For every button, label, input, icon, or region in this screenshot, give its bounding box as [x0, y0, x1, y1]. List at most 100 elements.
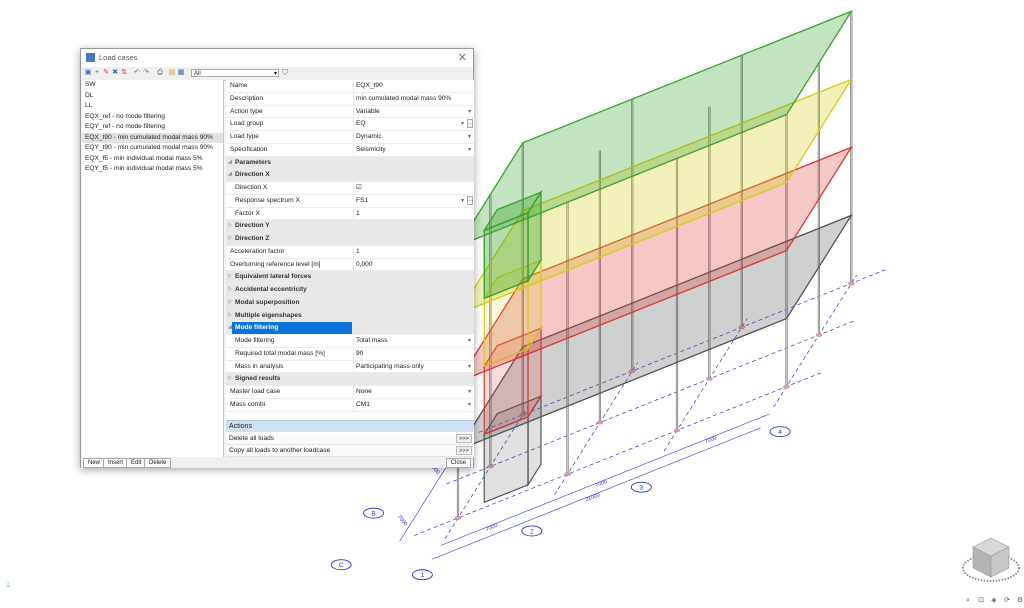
property-row[interactable]: Description min cumulated modal mass 90% — [226, 92, 474, 106]
load-case-item[interactable]: EQY_ref - no mode filtering — [82, 122, 223, 133]
new-button[interactable]: New — [83, 458, 106, 468]
property-value[interactable]: 90 — [353, 347, 473, 360]
property-value[interactable]: ☑ — [353, 182, 473, 194]
expand-icon[interactable]: ▷ — [228, 312, 232, 318]
expand-icon[interactable]: ▷ — [228, 286, 232, 292]
load-case-item[interactable]: EQX_t90 - min cumulated modal mass 90% — [82, 132, 223, 143]
settings-icon[interactable]: ⚙ — [1016, 597, 1024, 605]
filter-select[interactable]: All ▾ — [191, 69, 279, 77]
load-case-item[interactable]: EQX_f5 - min individual modal mass 5% — [82, 154, 223, 165]
property-value[interactable]: 0,000 — [353, 258, 473, 271]
property-group[interactable]: ▷ Multiple eigenshapes — [226, 309, 474, 323]
load-case-list[interactable]: SW DL LL EQX_ref - no mode filtering EQY_ref… — [82, 80, 224, 457]
chevron-down-icon[interactable]: ▾ — [468, 144, 471, 156]
chevron-down-icon[interactable]: ▾ — [468, 361, 471, 373]
insert-icon[interactable]: + — [93, 69, 101, 77]
chevron-down-icon[interactable]: ▾ — [468, 386, 471, 398]
property-row[interactable]: Direction X ☑ — [226, 182, 474, 195]
action-button[interactable]: >>> — [456, 434, 472, 443]
load-case-item[interactable]: EQY_t90 - min cumulated modal mass 90% — [82, 143, 223, 154]
property-value[interactable]: Dynamic ▾ — [353, 131, 473, 143]
chevron-down-icon[interactable]: ▾ — [461, 195, 464, 207]
action-delete-all-loads[interactable]: Delete all loads >>> — [226, 433, 474, 445]
close-button[interactable]: Close — [445, 458, 471, 468]
undo-icon[interactable]: ↶ — [133, 69, 141, 77]
edit-icon[interactable]: ✎ — [102, 69, 110, 77]
property-group[interactable]: ▷ Direction Z — [226, 233, 474, 246]
property-value[interactable]: None ▾ — [353, 386, 473, 398]
property-value[interactable]: EQX_t90 — [353, 80, 473, 92]
property-value[interactable]: Variable ▾ — [353, 105, 473, 118]
delete-button[interactable]: Delete — [144, 458, 172, 468]
property-value[interactable]: 1 — [353, 207, 473, 220]
load-case-item[interactable]: EQX_ref - no mode filtering — [82, 112, 223, 123]
redo-icon[interactable]: ↷ — [142, 69, 150, 77]
property-value[interactable]: min cumulated modal mass 90% — [353, 92, 473, 105]
property-row[interactable]: Response spectrum X FS1 ▾… — [226, 194, 474, 208]
property-group[interactable]: ▷ Signed results — [226, 373, 474, 386]
property-row[interactable]: Name EQX_t90 — [226, 80, 474, 93]
property-value[interactable]: Participating mass only ▾ — [353, 360, 473, 373]
insert-button[interactable]: Insert — [103, 458, 129, 468]
collapse-icon[interactable]: ◢ — [228, 171, 232, 177]
sort-icon[interactable]: ⇅ — [120, 69, 128, 77]
save-icon[interactable]: ▦ — [177, 69, 185, 77]
chevron-down-icon[interactable]: ▾ — [468, 106, 471, 118]
load-case-item[interactable]: LL — [82, 101, 223, 112]
zoom-all-icon[interactable]: ⊡ — [977, 597, 985, 605]
print-icon[interactable]: ⎙ — [156, 69, 164, 77]
property-group[interactable]: ▷ Accidental eccentricity — [226, 284, 474, 297]
property-value[interactable]: Seismicity ▾ — [353, 143, 473, 156]
property-row[interactable]: Load type Dynamic ▾ — [226, 131, 474, 144]
property-value[interactable]: EQ ▾… — [353, 118, 473, 131]
chevron-down-icon[interactable]: ▾ — [468, 335, 471, 347]
chevron-down-icon[interactable]: ▾ — [468, 399, 471, 411]
expand-icon[interactable]: ▷ — [228, 235, 232, 241]
load-case-item[interactable]: SW — [82, 80, 223, 91]
expand-icon[interactable]: ▷ — [228, 222, 232, 228]
dialog-titlebar[interactable]: Load cases ✕ — [81, 49, 473, 67]
property-row[interactable]: Required total modal mass [%] 90 — [226, 347, 474, 361]
chevron-down-icon[interactable]: ▾ — [468, 131, 471, 143]
property-value[interactable]: FS1 ▾… — [353, 194, 473, 207]
expand-icon[interactable]: ▷ — [228, 299, 232, 305]
new-icon[interactable]: ▣ — [84, 69, 92, 77]
property-row[interactable]: Mass combi CM1 ▾ — [226, 398, 474, 412]
property-value[interactable]: 1 — [353, 245, 473, 258]
delete-icon[interactable]: ✖ — [111, 69, 119, 77]
property-row[interactable]: Overturning reference level [m] 0,000 — [226, 258, 474, 272]
zoom-icon[interactable]: ⌕ — [964, 597, 972, 605]
open-icon[interactable]: ▤ — [168, 69, 176, 77]
cube-icon[interactable]: ◈ — [990, 597, 998, 605]
property-group[interactable]: ◢ Direction X — [226, 169, 474, 182]
property-row[interactable]: Load group EQ ▾… — [226, 118, 474, 131]
property-row[interactable]: Factor X 1 — [226, 207, 474, 221]
property-group[interactable]: ▷ Direction Y — [226, 220, 474, 233]
property-row[interactable]: Mass in analysis Participating mass only ▾ — [226, 360, 474, 374]
load-case-item[interactable]: EQY_f5 - min individual modal mass 5% — [82, 164, 223, 175]
close-icon[interactable]: ✕ — [458, 51, 467, 64]
filter-icon[interactable]: ⛉ — [282, 68, 288, 78]
property-value[interactable]: Total mass ▾ — [353, 335, 473, 347]
property-row[interactable]: Specification Seismicity ▾ — [226, 143, 474, 157]
property-row[interactable]: Master load case None ▾ — [226, 386, 474, 399]
property-value[interactable]: CM1 ▾ — [353, 398, 473, 411]
chevron-down-icon[interactable]: ▾ — [461, 118, 464, 130]
expand-icon[interactable]: ▷ — [228, 375, 232, 381]
property-group[interactable]: ▷ Modal superposition — [226, 296, 474, 310]
property-row[interactable]: Mode filtering Total mass ▾ — [226, 335, 474, 348]
action-button[interactable]: >>> — [456, 446, 472, 455]
more-button[interactable]: … — [467, 119, 473, 129]
property-row[interactable]: Acceleration factor 1 — [226, 245, 474, 259]
expand-icon[interactable]: ▷ — [228, 273, 232, 279]
property-row[interactable]: Action type Variable ▾ — [226, 105, 474, 119]
load-case-item[interactable]: DL — [82, 91, 223, 102]
property-group[interactable]: ▷ Equivalent lateral forces — [226, 271, 474, 284]
view-cube[interactable] — [960, 530, 1022, 592]
action-copy-all-loads[interactable]: Copy all loads to another loadcase >>> — [226, 445, 474, 457]
property-group[interactable]: ◢ Mode filtering — [226, 322, 474, 335]
more-button[interactable]: … — [467, 195, 473, 205]
collapse-icon[interactable]: ◢ — [228, 159, 232, 165]
orbit-icon[interactable]: ⟳ — [1003, 597, 1011, 605]
property-group[interactable]: ◢ Parameters — [226, 156, 474, 170]
